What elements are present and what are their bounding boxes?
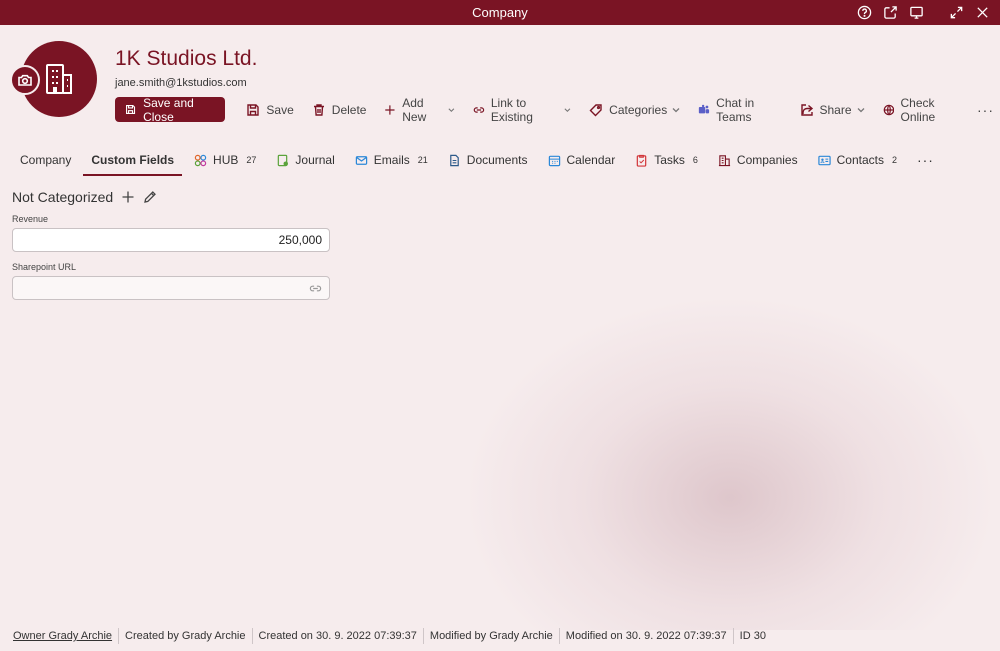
- sharepoint-url-label: Sharepoint URL: [12, 262, 77, 272]
- share-icon: [800, 103, 813, 116]
- tab-label: HUB: [213, 153, 239, 167]
- owner-link[interactable]: Owner Grady Archie: [7, 628, 118, 644]
- tab-hub[interactable]: HUB 27: [184, 146, 266, 174]
- camera-icon: [18, 74, 32, 86]
- link-to-existing-dropdown[interactable]: Link to Existing: [464, 95, 580, 124]
- sharepoint-url-input[interactable]: [12, 276, 330, 300]
- link-icon: [473, 106, 485, 113]
- building-icon: [46, 64, 72, 94]
- contact-card-icon: [817, 155, 831, 165]
- journal-icon: [278, 154, 289, 166]
- save-icon: [126, 104, 136, 115]
- chevron-down-icon: [672, 107, 680, 112]
- trash-icon: [313, 103, 324, 116]
- monitor-icon[interactable]: [904, 2, 928, 24]
- background-decoration: [470, 300, 990, 630]
- window-title: Company: [472, 5, 528, 20]
- tab-contacts[interactable]: Contacts 2: [808, 146, 907, 174]
- edit-pencil-icon[interactable]: [143, 190, 157, 204]
- tab-documents[interactable]: Documents: [438, 146, 538, 174]
- save-icon: [247, 103, 260, 116]
- categories-dropdown[interactable]: Categories: [580, 97, 689, 122]
- save-and-close-button[interactable]: Save and Close: [115, 95, 226, 124]
- plus-icon: [385, 104, 395, 115]
- add-field-icon[interactable]: [121, 190, 135, 204]
- tab-bar: Company Custom Fields HUB 27 Journal Ema…: [10, 146, 944, 176]
- share-dropdown[interactable]: Share: [791, 97, 874, 122]
- revenue-value: 250,000: [278, 233, 322, 247]
- save-button[interactable]: Save: [237, 97, 302, 122]
- check-online-label: Check Online: [900, 95, 936, 124]
- add-new-label: Add New: [402, 95, 427, 124]
- company-name: 1K Studios Ltd.: [115, 47, 258, 70]
- check-online-button[interactable]: Check Online: [874, 95, 971, 124]
- created-on: Created on 30. 9. 2022 07:39:37: [251, 628, 423, 644]
- tab-count-badge: 27: [246, 155, 257, 165]
- modified-by: Modified by Grady Archie: [422, 628, 559, 644]
- save-and-close-label: Save and Close: [143, 95, 194, 124]
- tab-custom-fields[interactable]: Custom Fields: [81, 146, 184, 176]
- tab-label: Custom Fields: [91, 153, 175, 167]
- tab-company[interactable]: Company: [10, 146, 81, 174]
- share-label: Share: [819, 102, 852, 117]
- revenue-label: Revenue: [12, 214, 49, 224]
- tab-label: Company: [20, 153, 72, 167]
- tab-calendar[interactable]: Calendar: [538, 146, 626, 174]
- tag-icon: [589, 103, 602, 116]
- close-icon[interactable]: [970, 2, 994, 24]
- tab-emails[interactable]: Emails 21: [345, 146, 438, 174]
- popout-icon[interactable]: [878, 2, 902, 24]
- tab-tasks[interactable]: Tasks 6: [625, 146, 708, 174]
- window-controls: [852, 0, 994, 25]
- globe-icon: [883, 104, 894, 115]
- tab-more-icon[interactable]: ···: [907, 146, 944, 174]
- link-icon[interactable]: [309, 282, 322, 295]
- help-icon[interactable]: [852, 2, 876, 24]
- more-actions-icon[interactable]: ···: [971, 102, 1000, 118]
- tab-count-badge: 21: [417, 155, 428, 165]
- maximize-icon[interactable]: [944, 2, 968, 24]
- hub-icon: [194, 154, 207, 166]
- company-email[interactable]: jane.smith@1kstudios.com: [115, 77, 247, 89]
- tab-label: Calendar: [566, 153, 616, 167]
- task-clipboard-icon: [636, 154, 647, 167]
- window-titlebar: Company: [0, 0, 1000, 25]
- tab-count-badge: 2: [891, 155, 897, 165]
- tab-label: Contacts: [836, 153, 884, 167]
- calendar-icon: [548, 155, 560, 166]
- chat-in-teams-label: Chat in Teams: [716, 95, 755, 124]
- created-by: Created by Grady Archie: [118, 628, 251, 644]
- tab-count-badge: 6: [692, 155, 698, 165]
- chevron-down-icon: [564, 107, 571, 112]
- revenue-input[interactable]: 250,000: [12, 228, 330, 252]
- chat-in-teams-button[interactable]: Chat in Teams: [689, 95, 790, 124]
- category-header: Not Categorized: [12, 189, 157, 205]
- delete-label: Delete: [331, 102, 367, 117]
- chevron-down-icon: [857, 107, 864, 112]
- chevron-down-icon: [448, 107, 455, 112]
- tab-label: Journal: [295, 153, 335, 167]
- command-toolbar: Save and Close Save Delete Add New Link …: [115, 95, 1000, 124]
- document-icon: [449, 154, 459, 166]
- record-id: ID 30: [732, 628, 772, 644]
- tab-journal[interactable]: Journal: [266, 146, 344, 174]
- tab-label: Documents: [466, 153, 528, 167]
- tab-label: Companies: [736, 153, 798, 167]
- tab-companies[interactable]: Companies: [708, 146, 808, 174]
- categories-label: Categories: [609, 102, 668, 117]
- link-to-existing-label: Link to Existing: [490, 95, 533, 124]
- change-photo-button[interactable]: [10, 65, 40, 95]
- add-new-dropdown[interactable]: Add New: [375, 95, 464, 124]
- teams-icon: [699, 104, 710, 113]
- building-icon: [718, 154, 730, 166]
- tab-label: Tasks: [654, 153, 685, 167]
- category-title: Not Categorized: [12, 189, 114, 205]
- save-label: Save: [266, 102, 294, 117]
- delete-button[interactable]: Delete: [303, 97, 376, 122]
- modified-on: Modified on 30. 9. 2022 07:39:37: [558, 628, 733, 644]
- tab-label: Emails: [373, 153, 410, 167]
- status-bar: Owner Grady Archie Created by Grady Arch…: [0, 623, 1000, 649]
- email-icon: [355, 155, 367, 165]
